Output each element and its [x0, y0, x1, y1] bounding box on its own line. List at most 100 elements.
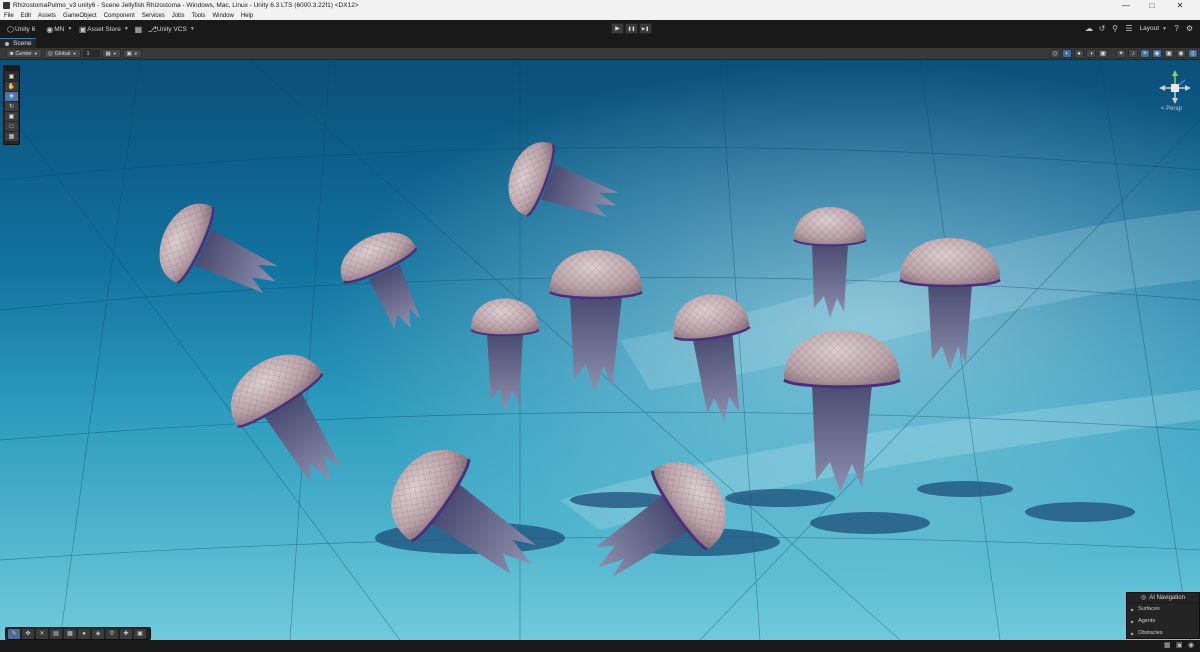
layers-dropdown[interactable]: ☰ [1122, 22, 1137, 35]
audio-icon[interactable]: ♪ [1128, 49, 1138, 58]
menu-gameobject[interactable]: GameObject [63, 13, 97, 19]
account-dropdown[interactable]: ◉ MN ▼ [42, 23, 75, 36]
layer-icon[interactable]: ▤ [50, 628, 62, 639]
move-tool-icon[interactable]: ✥ [5, 92, 18, 101]
search-icon[interactable]: ⚲ [1109, 22, 1122, 35]
ai-navigation-item-obstacles[interactable]: ▶ Obstacles [1127, 627, 1199, 639]
progress-icon[interactable]: ▦ [1164, 642, 1172, 650]
ai-navigation-overlay: ◎ AI Navigation ▶ Surfaces ▶ Agents ▶ Ob… [1126, 592, 1200, 639]
version-control-dropdown[interactable]: ⎇ Unity VCS ▼ [145, 23, 198, 36]
view-options-icon[interactable]: ▣ [5, 72, 18, 81]
pivot-space-dropdown[interactable]: ◎ Global ▼ [43, 49, 81, 58]
chevron-down-icon: ▼ [72, 51, 77, 56]
settings-icon[interactable]: ⚙ [1183, 22, 1196, 35]
scene-render [0, 60, 1200, 640]
history-icon[interactable]: ↺ [1096, 22, 1109, 35]
grid-snap-field[interactable]: 1 [82, 49, 100, 58]
move-handle-icon[interactable]: ✥ [22, 628, 34, 639]
branch-icon: ⎇ [147, 24, 157, 34]
scale-tool-icon[interactable]: ▣ [5, 112, 18, 121]
unity-logo-icon: ⬡ [7, 24, 14, 34]
vcs-label: Unity VCS [156, 25, 187, 33]
gizmos-icon[interactable]: ◉ [1176, 49, 1186, 58]
main-toolbar: ⬡ Unity 6 ◉ MN ▼ ▣ Asset Store ▼ ▦ ⎇ Uni… [0, 20, 1200, 38]
help-icon[interactable]: ? [1170, 22, 1183, 35]
search-icon[interactable]: ⚲ [106, 628, 118, 639]
tab-scene[interactable]: Scene [0, 38, 37, 48]
pivot-cross-icon[interactable]: ✚ [120, 628, 132, 639]
unity-label: Unity 6 [15, 25, 36, 33]
pivot-mode-dropdown[interactable]: ■ Center ▼ [6, 49, 42, 58]
minimize-button[interactable]: — [1114, 0, 1138, 11]
grid-dropdown[interactable]: ▦ ▼ [101, 49, 121, 58]
chevron-down-icon: ▼ [133, 51, 138, 56]
transform-tool-icon[interactable]: ▦ [5, 132, 18, 141]
debug-icon[interactable]: ◉ [1188, 642, 1196, 650]
tools-overlay: ▣ ✋ ✥ ↻ ▣ □ ▦ [3, 65, 20, 145]
ai-navigation-item-surfaces[interactable]: ▶ Surfaces [1127, 603, 1199, 615]
rect-tool-icon[interactable]: □ [5, 122, 18, 131]
maximize-button[interactable]: □ [1140, 0, 1164, 11]
chevron-down-icon: ▼ [1162, 25, 1167, 32]
scene-view-options: ◇ ◐ ● ◑ ▣ ✦ ♪ ✳ ◉ ▣ ◉ ◎ [1048, 49, 1198, 58]
scene-tab-label: Scene [13, 40, 32, 47]
chevron-right-icon: ▶ [1131, 606, 1135, 612]
scene-camera-icon[interactable]: ▣ [1164, 49, 1174, 58]
globe-icon: ◎ [47, 50, 53, 57]
render-mode-icon[interactable]: ▣ [1098, 49, 1108, 58]
window-title-bar: RhizostomaPulmo_v3 unity6 - Scene Jellyf… [0, 0, 1200, 11]
overlay-header[interactable] [4, 66, 19, 71]
status-bar: ▦ ▣ ◉ [0, 640, 1200, 652]
orientation-gizmo[interactable]: < Persp [1155, 68, 1195, 120]
fx-toggle-icon[interactable]: ✦ [1116, 49, 1126, 58]
asset-store-dropdown[interactable]: ▣ Asset Store ▼ [75, 23, 132, 36]
draw-mode-icon[interactable]: ◇ [1050, 49, 1060, 58]
shaded-wireframe-icon[interactable]: ◐ [1062, 49, 1072, 58]
hand-tool-icon[interactable]: ✋ [5, 82, 18, 91]
package-manager-icon[interactable]: ▦ [132, 23, 145, 36]
pause-button[interactable]: ❚❚ [625, 23, 638, 34]
grid-toggle-icon[interactable]: ▦ [64, 628, 76, 639]
ai-navigation-item-agents[interactable]: ▶ Agents [1127, 615, 1199, 627]
sphere-icon[interactable]: ● [78, 628, 90, 639]
scene-globe-icon[interactable]: ◎ [1188, 49, 1198, 58]
shaded-icon[interactable]: ● [1074, 49, 1084, 58]
cross-icon[interactable]: ✕ [36, 628, 48, 639]
cloud-icon[interactable]: ☁ [1083, 22, 1096, 35]
space-label: Global [54, 50, 71, 57]
menu-tools[interactable]: Tools [191, 13, 205, 19]
rotate-tool-icon[interactable]: ↻ [5, 102, 18, 111]
account-label: MN [54, 25, 65, 33]
projection-label[interactable]: < Persp [1161, 106, 1182, 112]
paint-icon[interactable]: ◈ [92, 628, 104, 639]
ai-navigation-header[interactable]: ◎ AI Navigation [1127, 593, 1199, 603]
effects-icon[interactable]: ✳ [1140, 49, 1150, 58]
menu-file[interactable]: File [4, 13, 14, 19]
layout-dropdown[interactable]: Layout ▼ [1137, 22, 1170, 35]
unity-menu-button[interactable]: ⬡ Unity 6 [3, 23, 38, 36]
menu-services[interactable]: Services [142, 13, 165, 19]
brush-icon[interactable]: ✎ [8, 628, 20, 639]
close-button[interactable]: ✕ [1168, 0, 1192, 11]
menu-window[interactable]: Window [212, 13, 233, 19]
frame-icon[interactable]: ▣ [134, 628, 146, 639]
scene-toolbar: ■ Center ▼ ◎ Global ▼ 1 ▦ ▼ ▣ ▼ ◇ ◐ ● ◑ … [0, 48, 1200, 60]
menu-component[interactable]: Component [104, 13, 135, 19]
navigation-icon: ◎ [1141, 595, 1147, 601]
lighting-icon[interactable]: ◑ [1086, 49, 1096, 58]
visibility-icon[interactable]: ◉ [1152, 49, 1162, 58]
menu-jobs[interactable]: Jobs [172, 13, 185, 19]
menu-help[interactable]: Help [241, 13, 253, 19]
toolbar-right: ☁ ↺ ⚲ ☰ Layout ▼ ? ⚙ [1083, 22, 1196, 35]
menu-assets[interactable]: Assets [38, 13, 56, 19]
cache-icon[interactable]: ▣ [1176, 642, 1184, 650]
scene-viewport[interactable] [0, 60, 1200, 640]
chevron-down-icon: ▼ [123, 26, 129, 32]
tool-settings-overlay: ✎ ✥ ✕ ▤ ▦ ● ◈ ⚲ ✚ ▣ [5, 627, 151, 640]
step-button[interactable]: ▶❚ [639, 23, 652, 34]
asset-store-icon: ▣ [79, 24, 87, 34]
layers-icon: ☰ [1125, 24, 1133, 33]
play-button[interactable]: ▶ [611, 23, 624, 34]
menu-edit[interactable]: Edit [21, 13, 31, 19]
snap-dropdown[interactable]: ▣ ▼ [122, 49, 142, 58]
